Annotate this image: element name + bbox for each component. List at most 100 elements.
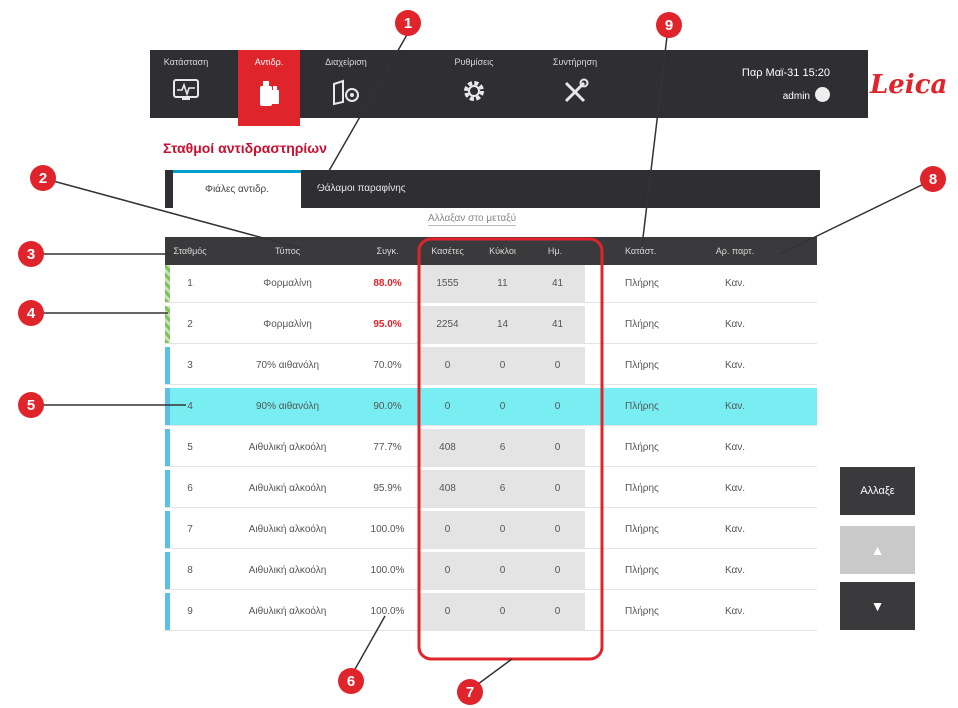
header-type[interactable]: Τύπος	[215, 237, 360, 265]
cell-station: 7	[187, 523, 193, 535]
header-lot-number[interactable]: Αρ. παρτ.	[695, 237, 775, 265]
cell-type: Φορμαλίνη	[263, 318, 312, 330]
cell-days: 0	[530, 552, 585, 589]
top-navigation-bar: Κατάσταση Αντιδρ. Διαχείριση Ρυθμίσεις Σ…	[150, 50, 958, 126]
callout-3: 3	[18, 241, 44, 267]
callout-5: 5	[18, 392, 44, 418]
arrow-down-icon: ▼	[870, 598, 885, 614]
table-row[interactable]: 2 Φορμαλίνη 95.0% 2254 14 41 Πλήρης Καν.	[165, 306, 817, 344]
tab-maintenance-label: Συντήρηση	[552, 57, 598, 67]
tab-reagents[interactable]: Αντιδρ.	[238, 50, 300, 126]
changed-meanwhile-hint: Αλλαξαν στο μεταξύ	[428, 213, 517, 226]
table-row[interactable]: 8 Αιθυλική αλκοόλη 100.0% 0 0 0 Πλήρης Καν.	[165, 552, 817, 590]
cell-cassettes: 1555	[420, 265, 475, 302]
cell-station: 9	[187, 605, 193, 617]
cell-lot-number: Καν.	[724, 359, 746, 371]
cell-type: 90% αιθανόλη	[255, 400, 320, 412]
cell-concentration: 95.0%	[373, 318, 402, 330]
cell-status: Πλήρης	[625, 482, 659, 494]
header-cassettes[interactable]: Κασέτες	[420, 237, 475, 265]
change-button[interactable]: Αλλαξε	[840, 467, 915, 515]
cell-cycles: 14	[475, 306, 530, 343]
cell-status: Πλήρης	[625, 441, 659, 453]
table-row[interactable]: 9 Αιθυλική αλκοόλη 100.0% 0 0 0 Πλήρης Καν.	[165, 593, 817, 631]
page-title: Σταθμοί αντιδραστηρίων	[163, 140, 327, 156]
callout-6: 6	[338, 668, 364, 694]
cell-lot-number: Καν.	[724, 605, 746, 617]
cell-cassettes: 408	[420, 429, 475, 466]
user-name[interactable]: admin	[710, 91, 810, 102]
cell-cassettes: 0	[420, 511, 475, 548]
callout-8: 8	[920, 166, 946, 192]
header-days[interactable]: Ημ.	[530, 237, 580, 265]
cell-status: Πλήρης	[625, 359, 659, 371]
cell-type: Αιθυλική αλκοόλη	[248, 441, 327, 453]
user-avatar-icon[interactable]	[815, 87, 830, 102]
cell-days: 41	[530, 306, 585, 343]
cell-lot-number: Καν.	[724, 318, 746, 330]
table-row[interactable]: 1 Φορμαλίνη 88.0% 1555 11 41 Πλήρης Καν.	[165, 265, 817, 303]
cell-station: 2	[187, 318, 193, 330]
cell-status: Πλήρης	[625, 523, 659, 535]
logo-area: Leica	[868, 50, 958, 118]
status-screen-icon	[173, 79, 199, 100]
tab-reagents-label: Αντιδρ.	[254, 57, 284, 67]
header-concentration[interactable]: Συγκ.	[360, 237, 415, 265]
cell-status: Πλήρης	[625, 605, 659, 617]
tab-status-label: Κατάσταση	[163, 57, 209, 67]
cell-cycles: 0	[475, 593, 530, 630]
table-row[interactable]: 6 Αιθυλική αλκοόλη 95.9% 408 6 0 Πλήρης Καν.	[165, 470, 817, 508]
table-row[interactable]: 7 Αιθυλική αλκοόλη 100.0% 0 0 0 Πλήρης Καν.	[165, 511, 817, 549]
tab-paraffin-baths[interactable]: Θάλαμοι παραφίνης	[305, 170, 406, 208]
tab-administration[interactable]: Διαχείριση	[310, 50, 382, 118]
table-header: Σταθμός Τύπος Συγκ. Κασέτες Κύκλοι Ημ. Κ…	[165, 237, 817, 265]
cell-type: Αιθυλική αλκοόλη	[248, 523, 327, 535]
cell-days: 0	[530, 511, 585, 548]
cell-cycles: 6	[475, 429, 530, 466]
tab-reagent-bottles[interactable]: Φιάλες αντιδρ.	[173, 170, 301, 208]
cell-type: 70% αιθανόλη	[255, 359, 320, 371]
table-row[interactable]: 4 90% αιθανόλη 90.0% 0 0 0 Πλήρης Καν.	[165, 388, 817, 426]
cell-concentration: 100.0%	[370, 564, 405, 576]
cell-type: Αιθυλική αλκοόλη	[248, 564, 327, 576]
callout-4: 4	[18, 300, 44, 326]
tab-status[interactable]: Κατάσταση	[150, 50, 222, 118]
cell-concentration: 70.0%	[373, 359, 402, 371]
callout-7: 7	[457, 679, 483, 705]
cell-cassettes: 0	[444, 400, 451, 412]
cell-cassettes: 408	[420, 470, 475, 507]
scroll-up-button[interactable]: ▲	[840, 526, 915, 574]
administration-icon	[333, 79, 359, 106]
table-row[interactable]: 5 Αιθυλική αλκοόλη 77.7% 408 6 0 Πλήρης Καν.	[165, 429, 817, 467]
cell-status: Πλήρης	[625, 277, 659, 289]
cell-concentration: 77.7%	[373, 441, 402, 453]
header-station[interactable]: Σταθμός	[165, 237, 215, 265]
subtab-bar: Φιάλες αντιδρ. Θάλαμοι παραφίνης	[165, 170, 820, 208]
table-row[interactable]: 3 70% αιθανόλη 70.0% 0 0 0 Πλήρης Καν.	[165, 347, 817, 385]
cell-days: 0	[554, 400, 561, 412]
scroll-down-button[interactable]: ▼	[840, 582, 915, 630]
maintenance-tools-icon	[564, 78, 589, 103]
cell-station: 8	[187, 564, 193, 576]
cell-status: Πλήρης	[625, 564, 659, 576]
cell-days: 41	[530, 265, 585, 302]
cell-station: 1	[187, 277, 193, 289]
cell-type: Φορμαλίνη	[263, 277, 312, 289]
cell-cycles: 6	[475, 470, 530, 507]
tab-settings[interactable]: Ρυθμίσεις	[440, 50, 508, 118]
cell-days: 0	[530, 347, 585, 384]
tab-maintenance[interactable]: Συντήρηση	[535, 50, 615, 118]
cell-type: Αιθυλική αλκοόλη	[248, 482, 327, 494]
cell-cycles: 0	[475, 347, 530, 384]
tab-settings-label: Ρυθμίσεις	[454, 57, 494, 67]
cell-concentration: 88.0%	[373, 277, 402, 289]
header-cycles[interactable]: Κύκλοι	[475, 237, 530, 265]
cell-cycles: 0	[475, 552, 530, 589]
reagent-bottle-icon	[260, 81, 279, 106]
callout-2: 2	[30, 165, 56, 191]
cell-status: Πλήρης	[625, 318, 659, 330]
cell-lot-number: Καν.	[724, 277, 746, 289]
cell-days: 0	[530, 429, 585, 466]
header-status[interactable]: Κατάστ.	[605, 237, 675, 265]
cell-cassettes: 0	[420, 593, 475, 630]
